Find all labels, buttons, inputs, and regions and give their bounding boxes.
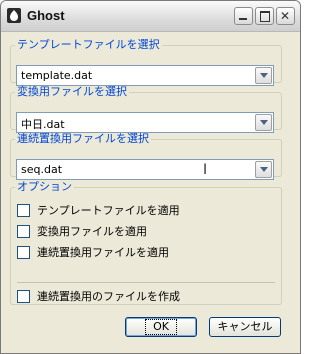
cancel-button[interactable]: キャンセル bbox=[209, 317, 281, 337]
minimize-icon bbox=[239, 18, 247, 20]
text-cursor-icon: I bbox=[203, 162, 208, 178]
sequential-file-select[interactable]: seq.dat I bbox=[16, 159, 274, 180]
template-dropdown-button[interactable] bbox=[255, 67, 272, 84]
checkbox-label: 連続置換用ファイルを適用 bbox=[37, 246, 169, 259]
ok-button[interactable]: OK bbox=[125, 317, 197, 337]
checkbox-box[interactable] bbox=[17, 246, 30, 259]
sequential-file-value: seq.dat bbox=[21, 163, 63, 176]
checkbox-box[interactable] bbox=[17, 204, 30, 217]
checkbox-label: テンプレートファイルを適用 bbox=[37, 204, 180, 217]
title-bar[interactable]: Ghost ✕ bbox=[1, 1, 300, 32]
maximize-button[interactable] bbox=[255, 7, 274, 25]
ok-button-label: OK bbox=[145, 319, 177, 335]
template-file-value: template.dat bbox=[21, 69, 93, 82]
options-group-label: オプション bbox=[17, 180, 72, 193]
sequential-dropdown-button[interactable] bbox=[255, 161, 272, 178]
conversion-file-group: 変換用ファイルを選択 中日.dat bbox=[10, 85, 282, 133]
dropdown-arrow-icon bbox=[260, 167, 268, 172]
conversion-file-select[interactable]: 中日.dat bbox=[16, 112, 274, 133]
dialog-window: Ghost ✕ テンプレートファイルを選択 template.dat 変換用ファ… bbox=[0, 0, 301, 354]
dropdown-arrow-icon bbox=[260, 120, 268, 125]
app-icon bbox=[7, 8, 21, 23]
options-separator bbox=[17, 282, 275, 283]
sequential-file-group: 連続置換用ファイルを選択 seq.dat I bbox=[10, 132, 282, 180]
conversion-file-group-label: 変換用ファイルを選択 bbox=[17, 85, 127, 98]
sequential-file-group-label: 連続置換用ファイルを選択 bbox=[17, 132, 149, 145]
checkbox-box[interactable] bbox=[17, 225, 30, 238]
checkbox-label: 連続置換用のファイルを作成 bbox=[37, 290, 180, 303]
template-file-select[interactable]: template.dat bbox=[16, 65, 274, 86]
template-file-group: テンプレートファイルを選択 template.dat bbox=[10, 38, 282, 86]
template-file-group-label: テンプレートファイルを選択 bbox=[17, 38, 160, 51]
close-button[interactable]: ✕ bbox=[276, 7, 295, 25]
conversion-dropdown-button[interactable] bbox=[255, 114, 272, 131]
checkbox-box[interactable] bbox=[17, 290, 30, 303]
maximize-icon bbox=[260, 11, 270, 22]
conversion-file-value: 中日.dat bbox=[21, 118, 65, 131]
options-group: オプション テンプレートファイルを適用 変換用ファイルを適用 連続置換用ファイル… bbox=[10, 181, 282, 305]
window-title: Ghost bbox=[27, 8, 65, 23]
close-icon: ✕ bbox=[280, 9, 291, 23]
dropdown-arrow-icon bbox=[260, 73, 268, 78]
checkbox-label: 変換用ファイルを適用 bbox=[37, 225, 147, 238]
minimize-button[interactable] bbox=[234, 7, 253, 25]
